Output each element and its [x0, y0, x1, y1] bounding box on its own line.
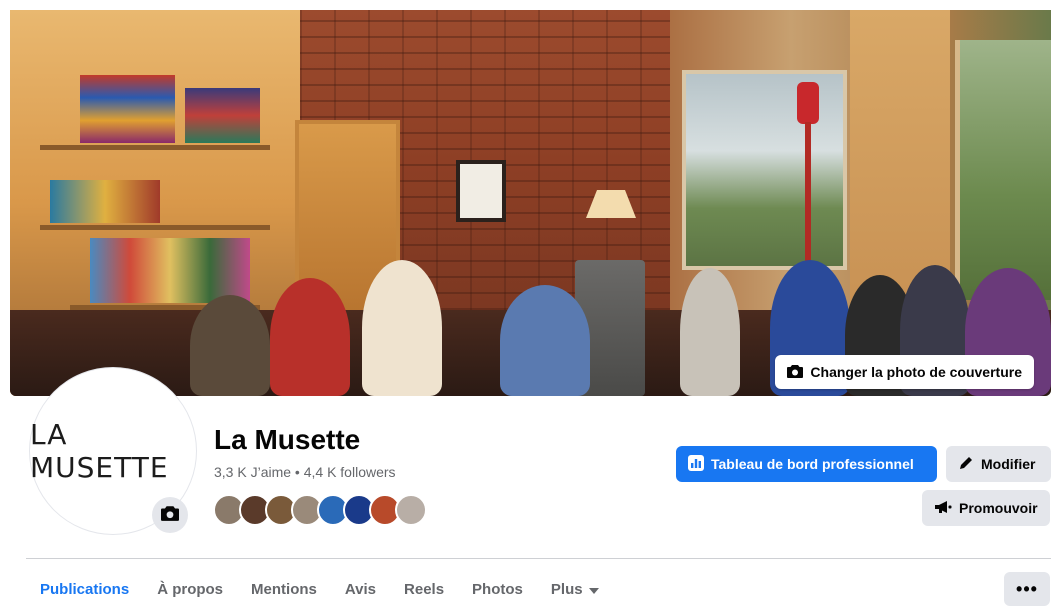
tab-label: Reels	[404, 580, 445, 598]
cover-person	[362, 260, 442, 396]
cover-board-games	[80, 75, 175, 143]
caret-down-icon	[588, 581, 599, 598]
cover-stop-sign	[797, 82, 819, 124]
cover-pole	[805, 122, 811, 282]
page-tabs: Publications À propos Mentions Avis Reel…	[26, 570, 613, 608]
more-options-button[interactable]: •••	[1004, 572, 1050, 606]
cover-books	[50, 180, 160, 223]
logo-text: LA MUSETTE	[30, 418, 169, 484]
bar-chart-icon	[688, 454, 704, 474]
tab-about[interactable]: À propos	[143, 570, 237, 608]
cover-shelf	[40, 225, 270, 230]
promote-button[interactable]: Promouvoir	[922, 490, 1050, 526]
cover-board-games	[185, 88, 260, 143]
cover-picture-frame	[456, 160, 506, 222]
cover-person	[270, 278, 350, 396]
tab-label: À propos	[157, 580, 224, 598]
tab-label: Plus	[550, 580, 583, 598]
follower-avatar[interactable]	[395, 494, 427, 526]
cover-person	[680, 268, 740, 396]
camera-icon	[787, 364, 804, 381]
change-cover-label: Changer la photo de couverture	[810, 364, 1022, 380]
edit-label: Modifier	[981, 456, 1036, 472]
tab-reels[interactable]: Reels	[390, 570, 458, 608]
tab-reviews[interactable]: Avis	[331, 570, 390, 608]
cover-person	[500, 285, 590, 396]
tab-label: Mentions	[251, 580, 317, 598]
change-cover-button[interactable]: Changer la photo de couverture	[775, 355, 1034, 389]
megaphone-icon	[934, 500, 952, 517]
profile-picture-camera-button[interactable]	[152, 497, 188, 533]
cover-window-right	[955, 40, 1051, 300]
cover-photo[interactable]: Changer la photo de couverture	[10, 10, 1051, 396]
tab-more[interactable]: Plus	[537, 570, 613, 608]
pencil-icon	[958, 455, 974, 474]
cover-books	[90, 238, 250, 303]
cover-person	[190, 295, 270, 396]
divider	[26, 558, 1051, 559]
edit-button[interactable]: Modifier	[946, 446, 1051, 482]
follower-avatars[interactable]	[213, 494, 427, 526]
page-title: La Musette	[214, 424, 361, 455]
page-stats[interactable]: 3,3 K J’aime • 4,4 K followers	[214, 464, 396, 480]
promote-label: Promouvoir	[959, 500, 1038, 516]
tab-photos[interactable]: Photos	[458, 570, 537, 608]
cover-window	[682, 70, 847, 270]
tab-mentions[interactable]: Mentions	[237, 570, 331, 608]
tab-label: Publications	[40, 580, 130, 598]
professional-dashboard-label: Tableau de bord professionnel	[711, 456, 914, 472]
tab-label: Avis	[344, 580, 377, 598]
professional-dashboard-button[interactable]: Tableau de bord professionnel	[676, 446, 937, 482]
tab-publications[interactable]: Publications	[26, 570, 143, 608]
camera-icon	[161, 505, 179, 526]
tab-label: Photos	[472, 580, 523, 598]
cover-shelf	[40, 145, 270, 150]
